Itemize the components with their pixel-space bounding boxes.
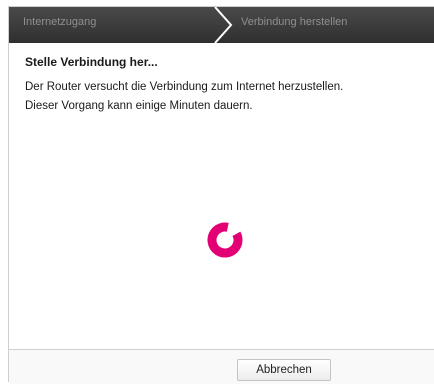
wizard-steps-bar: Internetzugang Verbindung herstellen <box>9 7 434 43</box>
page-title: Stelle Verbindung her... <box>25 55 158 69</box>
dialog-footer: Abbrechen <box>9 349 434 384</box>
wizard-step-internetzugang: Internetzugang <box>23 16 97 28</box>
status-text-line-2: Dieser Vorgang kann einige Minuten dauer… <box>25 100 253 112</box>
loading-spinner-icon <box>207 222 243 258</box>
wizard-dialog: Internetzugang Verbindung herstellen Ste… <box>8 6 434 384</box>
cancel-button[interactable]: Abbrechen <box>237 359 331 381</box>
step-separator-arrow-icon <box>214 7 233 43</box>
wizard-step-verbindung-herstellen: Verbindung herstellen <box>241 16 348 28</box>
status-text-line-1: Der Router versucht die Verbindung zum I… <box>25 81 344 93</box>
